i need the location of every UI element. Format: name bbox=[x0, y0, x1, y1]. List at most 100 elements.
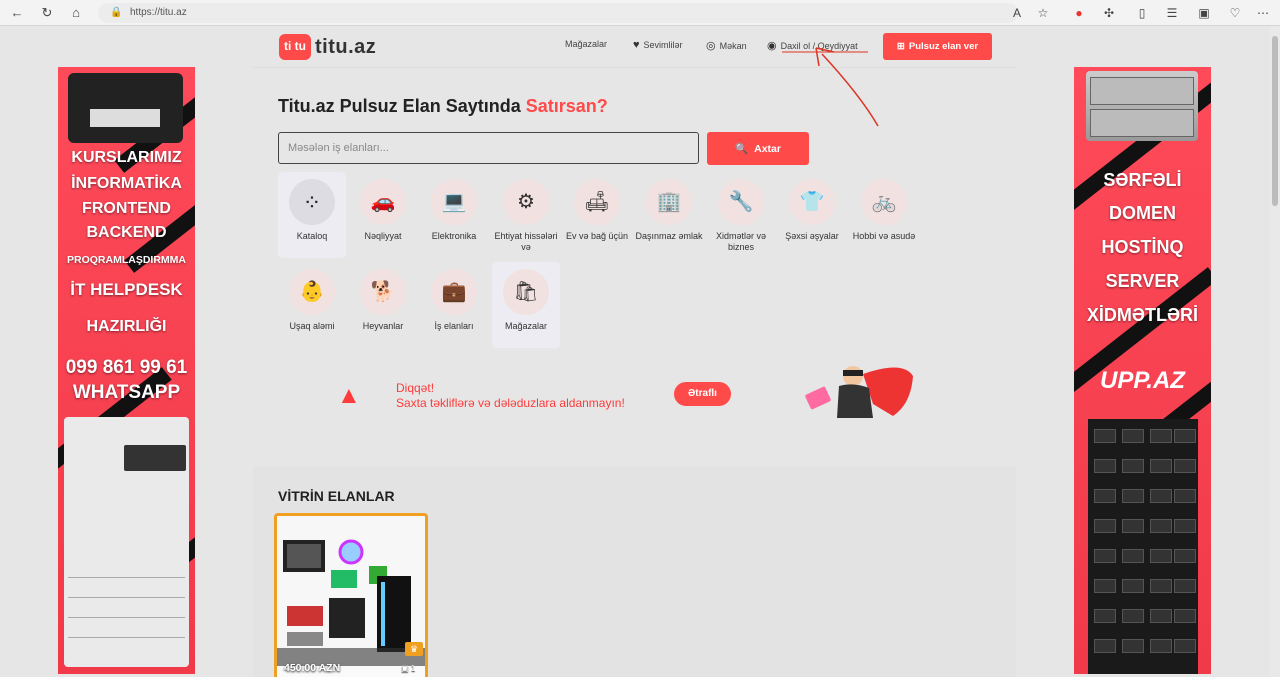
tools-icon: 🔧 bbox=[718, 179, 764, 225]
search-icon: 🔍 bbox=[735, 143, 749, 155]
url-text: https://titu.az bbox=[130, 7, 187, 18]
search-button-label: Axtar bbox=[754, 142, 781, 155]
favorites-icon[interactable]: ☰ bbox=[1163, 4, 1181, 22]
category-animals[interactable]: 🐕 Heyvanlar bbox=[349, 262, 417, 348]
refresh-icon[interactable]: ↻ bbox=[38, 4, 56, 22]
banner-line: HAZIRLIĞI bbox=[86, 318, 167, 335]
category-label: Şəxsi əşyalar bbox=[785, 231, 839, 241]
listing-image bbox=[277, 516, 425, 666]
banner-line: DOMEN bbox=[1109, 203, 1176, 223]
category-catalog[interactable]: ⁘ Kataloq bbox=[278, 172, 346, 258]
category-personal[interactable]: 👕 Şəxsi əşyalar bbox=[778, 172, 846, 258]
right-ad-banner[interactable]: SƏRFƏLİ DOMEN HOSTİNQ SERVER XİDMƏTLƏRİ … bbox=[1074, 67, 1211, 674]
address-bar[interactable]: 🔒 https://titu.az bbox=[98, 3, 1018, 23]
category-spare-parts[interactable]: ⚙ Ehtiyat hissələri və bbox=[492, 172, 560, 258]
listing-card[interactable]: ♛ 450.00 AZN ▣ 1 bbox=[274, 513, 428, 677]
photo-count-value: 1 bbox=[410, 664, 416, 673]
more-icon[interactable]: ⋯ bbox=[1254, 4, 1272, 22]
category-label: Uşaq aləmi bbox=[289, 321, 335, 331]
clothing-icon: 👕 bbox=[789, 179, 835, 225]
star-icon[interactable]: ☆ bbox=[1034, 4, 1052, 22]
read-aloud-icon[interactable]: A bbox=[1008, 4, 1026, 22]
logo-mark: ti tu bbox=[279, 34, 311, 60]
laptop-icon: 💻 bbox=[431, 179, 477, 225]
category-hobby[interactable]: 🚲 Hobbi və asudə bbox=[850, 172, 918, 258]
logo-name: titu.az bbox=[315, 35, 377, 58]
upp-logo: UPP.AZ bbox=[1100, 367, 1185, 394]
title-accent: Satırsan? bbox=[525, 96, 608, 116]
category-label: Kataloq bbox=[296, 231, 328, 241]
printer-image bbox=[68, 73, 183, 143]
category-label: Daşınmaz əmlak bbox=[635, 231, 703, 241]
camera-icon: ▣ bbox=[401, 664, 409, 673]
category-label: Ehtiyat hissələri və bbox=[494, 231, 558, 252]
category-kids[interactable]: 👶 Uşaq aləmi bbox=[278, 262, 346, 348]
collections-icon[interactable]: ▣ bbox=[1195, 4, 1213, 22]
category-label: Heyvanlar bbox=[362, 321, 404, 331]
nav-location[interactable]: ◎ Məkan bbox=[706, 39, 747, 52]
banner-line: İT HELPDESK bbox=[70, 280, 183, 299]
category-home-garden[interactable]: 🛋 Ev və bağ üçün bbox=[563, 172, 631, 258]
tire-icon: ⚙ bbox=[503, 179, 549, 225]
details-button[interactable]: Ətraflı bbox=[674, 382, 731, 406]
lock-icon: 🔒 bbox=[110, 7, 123, 18]
category-transport[interactable]: 🚗 Nəqliyyat bbox=[349, 172, 417, 258]
search-placeholder: Məsələn iş elanları... bbox=[288, 142, 389, 154]
category-services[interactable]: 🔧 Xidmətlər və biznes bbox=[707, 172, 775, 258]
split-screen-icon[interactable]: ▯ bbox=[1133, 4, 1151, 22]
compass-icon: ◎ bbox=[706, 40, 716, 52]
nav-label: Sevimlilər bbox=[643, 40, 683, 50]
category-label: Hobbi və asudə bbox=[852, 231, 916, 241]
puzzle-icon[interactable]: ✣ bbox=[1100, 4, 1118, 22]
cta-label: Pulsuz elan ver bbox=[908, 41, 979, 52]
left-ad-banner[interactable]: KURSLARIMIZ İNFORMATİKA FRONTEND BACKEND… bbox=[58, 67, 195, 674]
banner-line: SERVER bbox=[1105, 271, 1180, 291]
photo-count: ▣ 1 bbox=[401, 664, 415, 673]
bicycle-icon: 🚲 bbox=[861, 179, 907, 225]
briefcase-icon: 💼 bbox=[431, 269, 477, 315]
banner-line: SƏRFƏLİ bbox=[1103, 170, 1182, 190]
category-label: Elektronika bbox=[431, 231, 477, 241]
nav-favorites[interactable]: ♥ Sevimlilər bbox=[633, 39, 683, 51]
banner-line: FRONTEND bbox=[82, 200, 171, 217]
heart-icon: ♥ bbox=[633, 39, 640, 51]
category-electronics[interactable]: 💻 Elektronika bbox=[420, 172, 488, 258]
site-header: ti tu titu.az Mağazalar ♥ Sevimlilər ◎ M… bbox=[253, 26, 1016, 68]
nav-stores[interactable]: Mağazalar bbox=[565, 39, 607, 49]
post-free-ad-button[interactable]: ⊞ Pulsuz elan ver bbox=[883, 33, 992, 60]
site-logo[interactable]: ti tu titu.az bbox=[279, 34, 376, 60]
category-label: Nəqliyyat bbox=[364, 231, 402, 241]
nav-label: Mağazalar bbox=[565, 39, 608, 49]
category-label: Mağazalar bbox=[504, 321, 548, 331]
extension-icon[interactable]: ● bbox=[1070, 4, 1088, 22]
search-button[interactable]: 🔍 Axtar bbox=[707, 132, 809, 165]
category-stores[interactable]: 🛍 Mağazalar bbox=[492, 262, 560, 348]
banner-line: HOSTİNQ bbox=[1101, 237, 1184, 257]
server-rack-image bbox=[1088, 419, 1198, 674]
stroller-icon: 👶 bbox=[289, 269, 335, 315]
category-jobs[interactable]: 💼 İş elanları bbox=[420, 262, 488, 348]
crown-icon: ♛ bbox=[405, 642, 423, 656]
banner-line: PROQRAMLAŞDIRMMA bbox=[67, 254, 186, 266]
title-text: Titu.az Pulsuz Elan Saytında bbox=[278, 96, 521, 116]
scrollbar-thumb[interactable] bbox=[1272, 36, 1278, 206]
copier-image bbox=[64, 417, 189, 667]
home-icon[interactable]: ⌂ bbox=[67, 4, 85, 22]
warning-icon: ▲ bbox=[337, 382, 361, 409]
shopping-bag-icon: 🛍 bbox=[503, 269, 549, 315]
category-label: Xidmətlər və biznes bbox=[715, 231, 767, 252]
banner-line: WHATSAPP bbox=[72, 382, 181, 403]
category-real-estate[interactable]: 🏢 Daşınmaz əmlak bbox=[635, 172, 703, 258]
nav-login[interactable]: ◉ Daxil ol / Qeydiyyat bbox=[767, 39, 858, 52]
page-scrollbar[interactable] bbox=[1270, 26, 1280, 677]
building-icon: 🏢 bbox=[646, 179, 692, 225]
car-icon: 🚗 bbox=[360, 179, 406, 225]
arrow-left-icon[interactable]: ← bbox=[8, 4, 26, 22]
performance-icon[interactable]: ♡ bbox=[1226, 4, 1244, 22]
banner-line: XİDMƏTLƏRİ bbox=[1086, 305, 1199, 325]
nav-label: Daxil ol / Qeydiyyat bbox=[780, 40, 858, 51]
scam-warning: ▲ Diqqət! Saxta təkliflərə və dələduzlar… bbox=[335, 366, 915, 426]
search-input[interactable]: Məsələn iş elanları... bbox=[278, 132, 699, 164]
page-title: Titu.az Pulsuz Elan Saytında Satırsan? bbox=[278, 96, 608, 117]
browser-toolbar: ← ↻ ⌂ 🔒 https://titu.az A ☆ ● ✣ ▯ ☰ ▣ ♡ … bbox=[0, 0, 1280, 26]
